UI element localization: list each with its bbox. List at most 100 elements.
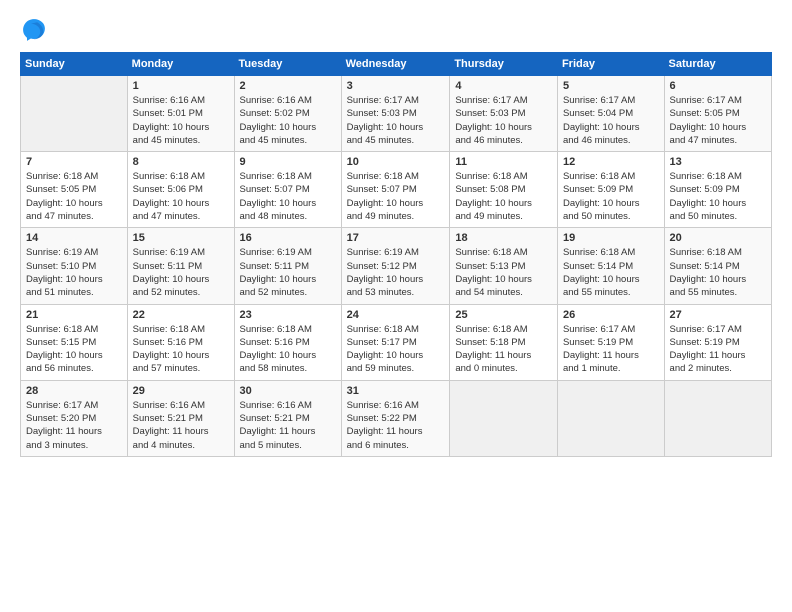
- day-cell: 25 Sunrise: 6:18 AMSunset: 5:18 PMDayligh…: [450, 304, 558, 380]
- weekday-header: Monday: [127, 53, 234, 76]
- day-cell: 1 Sunrise: 6:16 AMSunset: 5:01 PMDaylight…: [127, 76, 234, 152]
- day-cell: 15 Sunrise: 6:19 AMSunset: 5:11 PMDayligh…: [127, 228, 234, 304]
- week-row: 14Sunrise: 6:19 AMSunset: 5:10 PMDayligh…: [21, 228, 772, 304]
- week-row: 7 Sunrise: 6:18 AMSunset: 5:05 PMDaylight…: [21, 152, 772, 228]
- weekday-header: Wednesday: [341, 53, 450, 76]
- day-number: 18: [455, 232, 552, 244]
- weekday-header: Tuesday: [234, 53, 341, 76]
- day-info: Sunrise: 6:18 AMSunset: 5:08 PMDaylight:…: [455, 170, 552, 223]
- day-number: 2: [240, 80, 336, 92]
- weekday-header: Sunday: [21, 53, 128, 76]
- day-cell: 6Sunrise: 6:17 AMSunset: 5:05 PMDaylight…: [664, 76, 771, 152]
- day-info: Sunrise: 6:18 AMSunset: 5:13 PMDaylight:…: [455, 246, 552, 299]
- day-number: 19: [563, 232, 659, 244]
- day-info: Sunrise: 6:18 AMSunset: 5:17 PMDaylight:…: [347, 323, 445, 376]
- day-number: 8: [133, 156, 229, 168]
- day-info: Sunrise: 6:17 AMSunset: 5:20 PMDaylight:…: [26, 399, 122, 452]
- day-info: Sunrise: 6:18 AMSunset: 5:14 PMDaylight:…: [670, 246, 766, 299]
- week-row: 21Sunrise: 6:18 AMSunset: 5:15 PMDayligh…: [21, 304, 772, 380]
- day-info: Sunrise: 6:18 AMSunset: 5:05 PMDaylight:…: [26, 170, 122, 223]
- day-number: 25: [455, 309, 552, 321]
- day-number: 1: [133, 80, 229, 92]
- calendar-body: 1 Sunrise: 6:16 AMSunset: 5:01 PMDaylight…: [21, 76, 772, 457]
- day-number: 22: [133, 309, 229, 321]
- day-info: Sunrise: 6:18 AMSunset: 5:16 PMDaylight:…: [133, 323, 229, 376]
- day-cell: 9 Sunrise: 6:18 AMSunset: 5:07 PMDaylight…: [234, 152, 341, 228]
- day-info: Sunrise: 6:17 AMSunset: 5:19 PMDaylight:…: [670, 323, 766, 376]
- day-number: 3: [347, 80, 445, 92]
- day-cell: 10 Sunrise: 6:18 AMSunset: 5:07 PMDayligh…: [341, 152, 450, 228]
- day-info: Sunrise: 6:17 AMSunset: 5:05 PMDaylight:…: [670, 94, 766, 147]
- day-info: Sunrise: 6:17 AMSunset: 5:19 PMDaylight:…: [563, 323, 659, 376]
- day-cell: 11 Sunrise: 6:18 AMSunset: 5:08 PMDayligh…: [450, 152, 558, 228]
- day-number: 23: [240, 309, 336, 321]
- weekday-header: Thursday: [450, 53, 558, 76]
- day-number: 10: [347, 156, 445, 168]
- day-number: 4: [455, 80, 552, 92]
- day-number: 17: [347, 232, 445, 244]
- week-row: 1 Sunrise: 6:16 AMSunset: 5:01 PMDaylight…: [21, 76, 772, 152]
- day-number: 7: [26, 156, 122, 168]
- day-cell: 30 Sunrise: 6:16 AMSunset: 5:21 PMDayligh…: [234, 380, 341, 456]
- day-number: 9: [240, 156, 336, 168]
- day-number: 20: [670, 232, 766, 244]
- day-cell: 14Sunrise: 6:19 AMSunset: 5:10 PMDayligh…: [21, 228, 128, 304]
- day-cell: 17 Sunrise: 6:19 AMSunset: 5:12 PMDayligh…: [341, 228, 450, 304]
- day-info: Sunrise: 6:19 AMSunset: 5:11 PMDaylight:…: [133, 246, 229, 299]
- day-cell: [450, 380, 558, 456]
- day-number: 11: [455, 156, 552, 168]
- page: SundayMondayTuesdayWednesdayThursdayFrid…: [0, 0, 792, 612]
- weekday-header: Saturday: [664, 53, 771, 76]
- weekday-row: SundayMondayTuesdayWednesdayThursdayFrid…: [21, 53, 772, 76]
- day-info: Sunrise: 6:19 AMSunset: 5:11 PMDaylight:…: [240, 246, 336, 299]
- day-number: 12: [563, 156, 659, 168]
- week-row: 28 Sunrise: 6:17 AMSunset: 5:20 PMDayligh…: [21, 380, 772, 456]
- header: [20, 16, 772, 44]
- day-number: 30: [240, 385, 336, 397]
- day-cell: 22 Sunrise: 6:18 AMSunset: 5:16 PMDayligh…: [127, 304, 234, 380]
- day-cell: 4 Sunrise: 6:17 AMSunset: 5:03 PMDaylight…: [450, 76, 558, 152]
- day-number: 24: [347, 309, 445, 321]
- day-info: Sunrise: 6:18 AMSunset: 5:09 PMDaylight:…: [563, 170, 659, 223]
- day-info: Sunrise: 6:18 AMSunset: 5:07 PMDaylight:…: [240, 170, 336, 223]
- day-cell: 29Sunrise: 6:16 AMSunset: 5:21 PMDayligh…: [127, 380, 234, 456]
- logo-icon: [20, 16, 48, 44]
- day-cell: 28 Sunrise: 6:17 AMSunset: 5:20 PMDayligh…: [21, 380, 128, 456]
- day-info: Sunrise: 6:16 AMSunset: 5:21 PMDaylight:…: [240, 399, 336, 452]
- day-cell: 26 Sunrise: 6:17 AMSunset: 5:19 PMDayligh…: [557, 304, 664, 380]
- day-info: Sunrise: 6:16 AMSunset: 5:01 PMDaylight:…: [133, 94, 229, 147]
- day-info: Sunrise: 6:16 AMSunset: 5:21 PMDaylight:…: [133, 399, 229, 452]
- day-cell: [557, 380, 664, 456]
- day-number: 26: [563, 309, 659, 321]
- day-info: Sunrise: 6:18 AMSunset: 5:09 PMDaylight:…: [670, 170, 766, 223]
- day-number: 31: [347, 385, 445, 397]
- day-info: Sunrise: 6:18 AMSunset: 5:07 PMDaylight:…: [347, 170, 445, 223]
- day-number: 13: [670, 156, 766, 168]
- calendar: SundayMondayTuesdayWednesdayThursdayFrid…: [20, 52, 772, 457]
- day-number: 28: [26, 385, 122, 397]
- day-cell: [21, 76, 128, 152]
- day-info: Sunrise: 6:18 AMSunset: 5:06 PMDaylight:…: [133, 170, 229, 223]
- day-info: Sunrise: 6:17 AMSunset: 5:03 PMDaylight:…: [455, 94, 552, 147]
- day-number: 15: [133, 232, 229, 244]
- day-info: Sunrise: 6:18 AMSunset: 5:18 PMDaylight:…: [455, 323, 552, 376]
- day-cell: 12 Sunrise: 6:18 AMSunset: 5:09 PMDayligh…: [557, 152, 664, 228]
- day-cell: 16Sunrise: 6:19 AMSunset: 5:11 PMDayligh…: [234, 228, 341, 304]
- day-info: Sunrise: 6:19 AMSunset: 5:10 PMDaylight:…: [26, 246, 122, 299]
- day-cell: 2Sunrise: 6:16 AMSunset: 5:02 PMDaylight…: [234, 76, 341, 152]
- day-info: Sunrise: 6:17 AMSunset: 5:03 PMDaylight:…: [347, 94, 445, 147]
- day-cell: [664, 380, 771, 456]
- day-info: Sunrise: 6:18 AMSunset: 5:14 PMDaylight:…: [563, 246, 659, 299]
- day-cell: 5Sunrise: 6:17 AMSunset: 5:04 PMDaylight…: [557, 76, 664, 152]
- calendar-header: SundayMondayTuesdayWednesdayThursdayFrid…: [21, 53, 772, 76]
- day-cell: 19 Sunrise: 6:18 AMSunset: 5:14 PMDayligh…: [557, 228, 664, 304]
- day-cell: 21Sunrise: 6:18 AMSunset: 5:15 PMDayligh…: [21, 304, 128, 380]
- day-info: Sunrise: 6:19 AMSunset: 5:12 PMDaylight:…: [347, 246, 445, 299]
- day-cell: 7 Sunrise: 6:18 AMSunset: 5:05 PMDaylight…: [21, 152, 128, 228]
- logo: [20, 16, 52, 44]
- day-cell: 24 Sunrise: 6:18 AMSunset: 5:17 PMDayligh…: [341, 304, 450, 380]
- day-number: 27: [670, 309, 766, 321]
- day-cell: 27 Sunrise: 6:17 AMSunset: 5:19 PMDayligh…: [664, 304, 771, 380]
- day-info: Sunrise: 6:18 AMSunset: 5:16 PMDaylight:…: [240, 323, 336, 376]
- day-info: Sunrise: 6:18 AMSunset: 5:15 PMDaylight:…: [26, 323, 122, 376]
